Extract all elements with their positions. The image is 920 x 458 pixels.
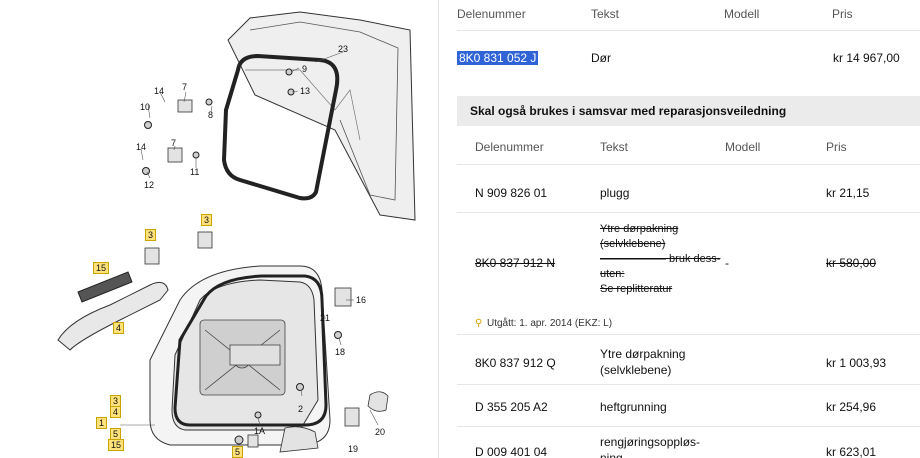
row-part-number: D 355 205 A2 (475, 400, 548, 414)
callout-label: 14 (154, 86, 165, 96)
row-text-line: (selvklebene) (600, 238, 666, 250)
row-text-line: Se replitteratur (600, 283, 673, 295)
row-divider (457, 426, 920, 427)
callout-label: 9 (302, 64, 308, 74)
callout-label: 4 (110, 406, 122, 418)
row-divider (457, 212, 920, 213)
parts-list-panel: Delenummer Tekst Modell Pris 8K0 831 052… (438, 0, 920, 458)
row-part-number: D 009 401 04 (475, 445, 548, 458)
part-number-selected[interactable]: 8K0 831 052 J (457, 51, 539, 65)
callout-label: 15 (108, 439, 125, 451)
header-divider (457, 30, 920, 31)
col-header-model: Modell (725, 140, 761, 154)
note-text: Utgått: 1. apr. 2014 (EKZ: L) (487, 318, 613, 329)
door-exploded-drawing (57, 11, 416, 453)
row-text-line: (selvklebene) (600, 363, 672, 377)
callout-label: 10 (140, 102, 151, 112)
row-divider (457, 384, 920, 385)
row-text: plugg (600, 186, 630, 200)
callout-label: 12 (144, 180, 155, 190)
row-part-number: 8K0 837 912 N (475, 256, 556, 270)
callout-label: 3 (201, 214, 213, 226)
callout-label: 8 (208, 110, 214, 120)
section-title: Skal også brukes i samsvar med reparasjo… (470, 104, 787, 118)
row-price: kr 1 003,93 (826, 356, 887, 370)
section-divider (457, 164, 920, 165)
row-model: - (725, 256, 729, 270)
row-price: kr 21,15 (826, 186, 870, 200)
row-text: heftgrunning (600, 400, 667, 414)
col-header-part-number: Delenummer (457, 7, 526, 21)
row-price: kr 254,96 (826, 400, 877, 414)
callout-label: 1 (96, 417, 108, 429)
row-price: kr 580,00 (826, 256, 877, 270)
callout-label: 14 (136, 142, 147, 152)
callout-label: 18 (335, 347, 346, 357)
callout-label: 23 (338, 44, 349, 54)
row-text-line: Ytre dørpakning (600, 347, 686, 361)
callout-label: 1A (254, 426, 266, 436)
row-part-number: N 909 826 01 (475, 186, 548, 200)
callout-label: 15 (93, 262, 110, 274)
callout-label: 11 (190, 167, 200, 177)
callout-label: 16 (356, 295, 367, 305)
part-price: kr 14 967,00 (833, 51, 900, 65)
col-header-model: Modell (724, 7, 760, 21)
callout-label: 4 (113, 322, 125, 334)
callout-label: 19 (348, 444, 359, 454)
callout-label: 7 (182, 82, 188, 92)
row-text-line: ning (600, 451, 623, 458)
callout-label: 20 (375, 427, 386, 437)
col-header-price: Pris (832, 7, 853, 21)
row-text-line: rengjøringsoppløs- (600, 435, 701, 449)
parts-diagram: 23 9 13 14 7 10 8 14 7 12 11 3 3 15 4 16… (0, 0, 438, 458)
part-text: Dør (591, 51, 611, 65)
section-header: Skal også brukes i samsvar med reparasjo… (457, 96, 920, 126)
row-text-line: Ytre dørpakning (600, 223, 679, 235)
callout-label: 21 (320, 313, 331, 323)
col-header-part-number: Delenummer (475, 140, 544, 154)
row-price: kr 623,01 (826, 445, 877, 458)
callout-label: 3 (145, 229, 157, 241)
callout-label: 2 (298, 404, 304, 414)
row-text-line: —————— bruk dess- (600, 253, 721, 265)
callout-label: 5 (232, 446, 244, 458)
row-part-number: 8K0 837 912 Q (475, 356, 556, 370)
row-text-line: uten: (600, 268, 625, 280)
col-header-text: Tekst (591, 7, 620, 21)
callout-label: 13 (300, 86, 311, 96)
col-header-text: Tekst (600, 140, 629, 154)
row-divider (457, 334, 920, 335)
col-header-price: Pris (826, 140, 847, 154)
callout-label: 7 (171, 138, 177, 148)
pin-icon: ⚲ (475, 318, 483, 329)
